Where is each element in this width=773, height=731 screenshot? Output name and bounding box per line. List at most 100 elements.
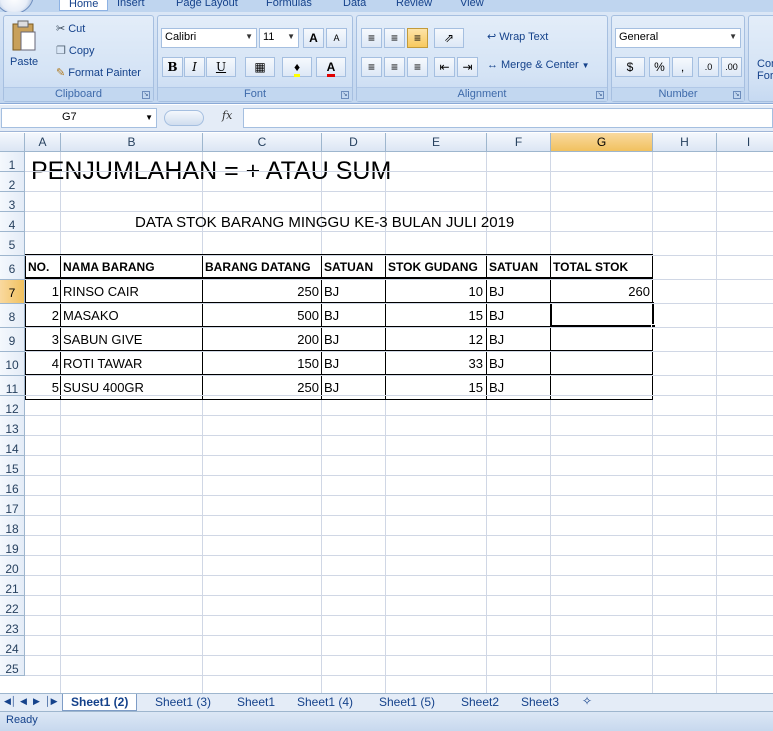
row-header-19[interactable]: 19 xyxy=(0,536,25,556)
row-header-5[interactable]: 5 xyxy=(0,232,25,256)
prev-sheet-icon[interactable]: ◀ xyxy=(20,696,27,707)
cell-satuan-2[interactable]: BJ xyxy=(489,332,549,347)
header-nama-barang[interactable]: NAMA BARANG xyxy=(63,260,155,274)
sheet-tab[interactable]: Sheet1 xyxy=(229,694,283,711)
format-painter-button[interactable]: ✎ Format Painter xyxy=(56,66,141,80)
row-header-18[interactable]: 18 xyxy=(0,516,25,536)
percent-style-button[interactable]: % xyxy=(649,57,670,77)
select-all-corner[interactable] xyxy=(0,133,25,152)
row-header-24[interactable]: 24 xyxy=(0,636,25,656)
font-size-select[interactable]: 11 ▼ xyxy=(259,28,299,48)
cell-nama-barang[interactable]: SUSU 400GR xyxy=(63,380,193,395)
row-header-4[interactable]: 4 xyxy=(0,212,25,232)
column-header-i[interactable]: I xyxy=(717,133,773,152)
row-header-11[interactable]: 11 xyxy=(0,376,25,396)
formula-bar-resize-handle[interactable] xyxy=(164,110,204,126)
cell-no[interactable]: 5 xyxy=(25,380,59,395)
cell-stok-gudang[interactable]: 10 xyxy=(386,284,483,299)
column-header-d[interactable]: D xyxy=(322,133,386,152)
cell-barang-datang[interactable]: 500 xyxy=(203,308,319,323)
cell-satuan-2[interactable]: BJ xyxy=(489,356,549,371)
orientation-button[interactable]: ⇗ xyxy=(434,28,464,48)
cell-satuan-1[interactable]: BJ xyxy=(324,284,384,299)
header-barang-datang[interactable]: BARANG DATANG xyxy=(205,260,311,274)
cell-nama-barang[interactable]: ROTI TAWAR xyxy=(63,356,193,371)
tab-home[interactable]: Home xyxy=(59,0,109,11)
row-header-23[interactable]: 23 xyxy=(0,616,25,636)
sheet-tab[interactable]: Sheet1 (5) xyxy=(371,694,443,711)
row-header-10[interactable]: 10 xyxy=(0,352,25,376)
conditional-formatting-button[interactable]: Con For xyxy=(757,58,773,82)
sheet-tab[interactable]: Sheet3 xyxy=(513,694,567,711)
insert-function-icon[interactable]: fx xyxy=(222,109,232,122)
clipboard-launcher-icon[interactable]: ↘ xyxy=(142,91,150,99)
wrap-text-button[interactable]: ↩ Wrap Text xyxy=(487,30,548,44)
font-name-select[interactable]: Calibri ▼ xyxy=(161,28,257,48)
name-box[interactable]: G7 ▼ xyxy=(1,108,157,128)
formula-input[interactable] xyxy=(243,108,773,128)
row-header-17[interactable]: 17 xyxy=(0,496,25,516)
row-header-1[interactable]: 1 xyxy=(0,152,25,172)
number-launcher-icon[interactable]: ↘ xyxy=(733,91,741,99)
column-header-g[interactable]: G xyxy=(551,133,653,152)
align-center-button[interactable]: ≡ xyxy=(384,57,405,77)
cell-nama-barang[interactable]: SABUN GIVE xyxy=(63,332,193,347)
alignment-launcher-icon[interactable]: ↘ xyxy=(596,91,604,99)
cell-barang-datang[interactable]: 150 xyxy=(203,356,319,371)
cell-barang-datang[interactable]: 200 xyxy=(203,332,319,347)
merge-center-button[interactable]: ↔ Merge & Center ▼ xyxy=(487,59,590,71)
cell-stok-gudang[interactable]: 33 xyxy=(386,356,483,371)
cell-satuan-2[interactable]: BJ xyxy=(489,308,549,323)
sheet-subtitle[interactable]: DATA STOK BARANG MINGGU KE-3 BULAN JULI … xyxy=(135,214,514,231)
cut-button[interactable]: ✂ Cut xyxy=(56,22,85,36)
first-sheet-icon[interactable]: ◀│ xyxy=(4,696,17,707)
cell-nama-barang[interactable]: MASAKO xyxy=(63,308,193,323)
cell-total-stok[interactable]: 260 xyxy=(551,284,650,299)
decrease-indent-button[interactable]: ⇤ xyxy=(434,57,455,77)
font-color-button[interactable]: A xyxy=(316,57,346,77)
row-header-21[interactable]: 21 xyxy=(0,576,25,596)
cell-nama-barang[interactable]: RINSO CAIR xyxy=(63,284,193,299)
column-header-c[interactable]: C xyxy=(203,133,322,152)
underline-button[interactable]: U xyxy=(206,57,236,77)
insert-sheet-icon[interactable]: ✧ xyxy=(582,694,592,708)
row-header-14[interactable]: 14 xyxy=(0,436,25,456)
tab-formulas[interactable]: Formulas xyxy=(266,0,312,9)
paste-button[interactable]: Paste xyxy=(10,20,38,68)
decrease-decimal-button[interactable]: .00 xyxy=(721,57,742,77)
align-bottom-button[interactable]: ≡ xyxy=(407,28,428,48)
header-satuan-2[interactable]: SATUAN xyxy=(489,260,538,274)
cell-satuan-1[interactable]: BJ xyxy=(324,380,384,395)
column-header-b[interactable]: B xyxy=(61,133,203,152)
bold-button[interactable]: B xyxy=(162,57,183,77)
tab-view[interactable]: View xyxy=(460,0,484,9)
copy-button[interactable]: ❐ Copy xyxy=(56,44,95,58)
increase-indent-button[interactable]: ⇥ xyxy=(457,57,478,77)
align-top-button[interactable]: ≡ xyxy=(361,28,382,48)
shrink-font-button[interactable]: A xyxy=(326,28,347,48)
row-header-9[interactable]: 9 xyxy=(0,328,25,352)
column-header-e[interactable]: E xyxy=(386,133,487,152)
row-header-12[interactable]: 12 xyxy=(0,396,25,416)
align-right-button[interactable]: ≡ xyxy=(407,57,428,77)
sheet-tab[interactable]: Sheet2 xyxy=(453,694,507,711)
column-header-h[interactable]: H xyxy=(653,133,717,152)
cell-barang-datang[interactable]: 250 xyxy=(203,284,319,299)
row-header-3[interactable]: 3 xyxy=(0,192,25,212)
fill-color-button[interactable]: ♦ xyxy=(282,57,312,77)
row-header-20[interactable]: 20 xyxy=(0,556,25,576)
sheet-tab[interactable]: Sheet1 (3) xyxy=(147,694,219,711)
cell-satuan-2[interactable]: BJ xyxy=(489,284,549,299)
cell-satuan-1[interactable]: BJ xyxy=(324,332,384,347)
align-left-button[interactable]: ≡ xyxy=(361,57,382,77)
row-header-2[interactable]: 2 xyxy=(0,172,25,192)
font-launcher-icon[interactable]: ↘ xyxy=(341,91,349,99)
cell-no[interactable]: 3 xyxy=(25,332,59,347)
sheet-tab[interactable]: Sheet1 (4) xyxy=(289,694,361,711)
active-cell-g7[interactable] xyxy=(550,302,656,329)
cell-no[interactable]: 4 xyxy=(25,356,59,371)
cell-no[interactable]: 2 xyxy=(25,308,59,323)
column-header-f[interactable]: F xyxy=(487,133,551,152)
header-no[interactable]: NO. xyxy=(28,260,49,274)
next-sheet-icon[interactable]: ▶ xyxy=(33,696,40,707)
